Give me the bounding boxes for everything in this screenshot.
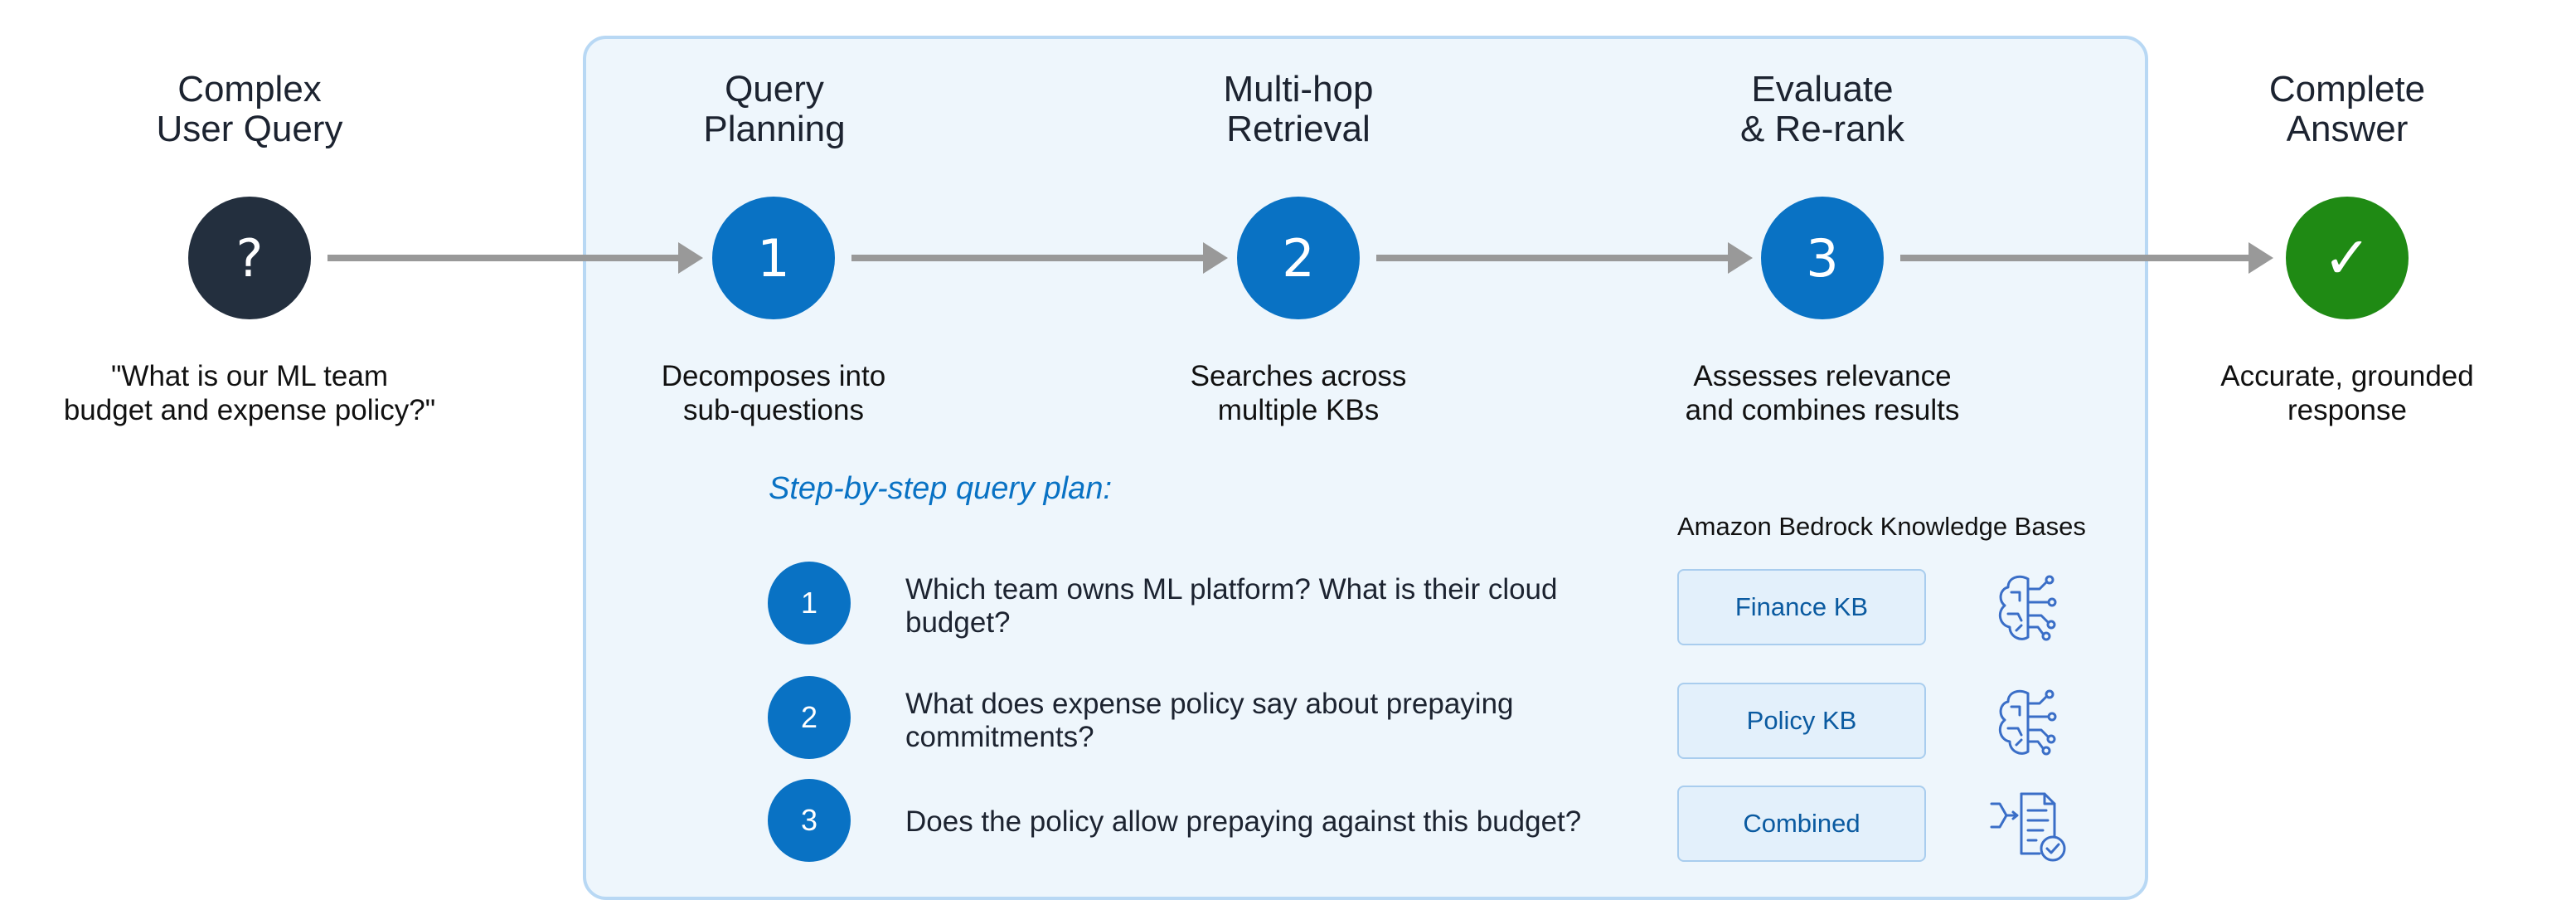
question-icon: ?: [188, 197, 311, 319]
stage-title-evaluate-rerank: Evaluate & Re-rank: [1739, 69, 1905, 149]
plan-step-1-badge: 1: [768, 562, 851, 645]
stage-title-complete-answer: Complete Answer: [2268, 69, 2426, 149]
brain-network-icon: [1998, 575, 2057, 641]
plan-step-3-badge: 3: [768, 779, 851, 862]
stage-desc-multi-hop-retrieval: Searches across multiple KBs: [1190, 360, 1407, 426]
arrowhead-3: [1728, 242, 1753, 274]
stage-title-query-planning: Query Planning: [703, 69, 846, 149]
stage-desc-complete-answer: Accurate, grounded response: [2220, 360, 2474, 426]
plan-step-2-text: What does expense policy say about prepa…: [905, 688, 1514, 753]
kb-box-finance: Finance KB: [1677, 569, 1926, 645]
step-1-badge: 1: [712, 197, 835, 319]
arrowhead-4: [2249, 242, 2273, 274]
kb-box-policy: Policy KB: [1677, 683, 1926, 759]
plan-step-2-badge: 2: [768, 676, 851, 759]
stage-title-multi-hop-retrieval: Multi-hop Retrieval: [1223, 69, 1374, 149]
stage-desc-query-planning: Decomposes into sub-questions: [661, 360, 886, 426]
plan-step-1-text: Which team owns ML platform? What is the…: [905, 573, 1558, 639]
merge-document-check-icon: [1990, 792, 2066, 862]
brain-network-icon: [1998, 689, 2057, 756]
kb-heading: Amazon Bedrock Knowledge Bases: [1677, 512, 2086, 541]
plan-title: Step-by-step query plan:: [769, 471, 1113, 506]
stage-desc-user-query: "What is our ML team budget and expense p…: [63, 360, 436, 426]
kb-box-combined: Combined: [1677, 786, 1926, 862]
stage-title-user-query: Complex User Query: [156, 69, 343, 149]
plan-step-3-text: Does the policy allow prepaying against …: [905, 805, 1582, 838]
arrowhead-1: [678, 242, 703, 274]
checkmark-icon: ✓: [2286, 197, 2409, 319]
arrowhead-2: [1203, 242, 1228, 274]
step-3-badge: 3: [1761, 197, 1884, 319]
step-2-badge: 2: [1237, 197, 1360, 319]
stage-desc-evaluate-rerank: Assesses relevance and combines results: [1685, 360, 1960, 426]
